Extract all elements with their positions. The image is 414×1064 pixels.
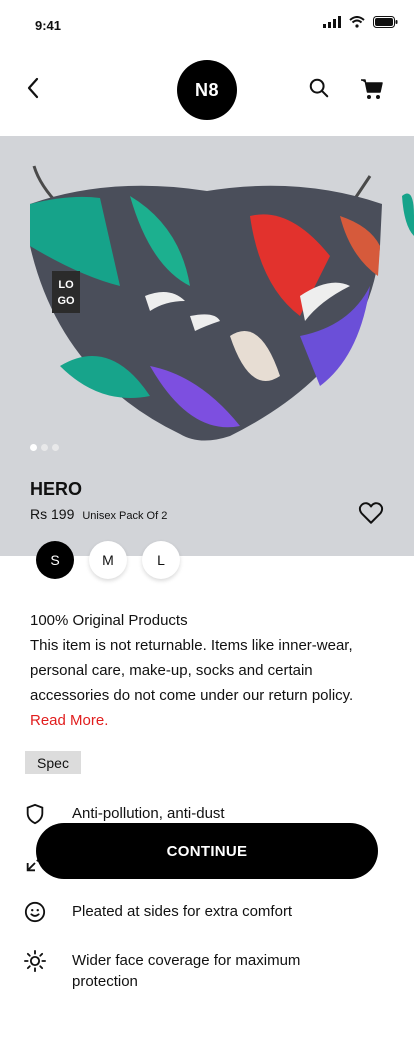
top-navigation: N8 [0, 50, 414, 136]
status-time: 9:41 [35, 18, 62, 33]
policy-text: This item is not returnable. Items like … [30, 637, 354, 704]
shield-icon [26, 803, 44, 825]
price-row: Rs 199 Unisex Pack Of 2 [30, 506, 167, 522]
back-arrow-icon[interactable] [22, 76, 46, 100]
return-policy-text: This item is not returnable. Items like … [30, 633, 360, 733]
wifi-icon [349, 16, 365, 28]
sun-icon [24, 950, 46, 972]
continue-button[interactable]: CONTINUE [36, 823, 378, 879]
product-hero: LO GO HERO Rs 199 Unisex Pack Of 2 S M L [0, 136, 414, 579]
svg-text:GO: GO [57, 295, 75, 307]
signal-icon [323, 16, 341, 28]
feature-item: Pleated at sides for extra comfort [24, 901, 364, 950]
size-option-m[interactable]: M [89, 541, 127, 579]
wishlist-heart-icon[interactable] [358, 500, 384, 526]
status-icons [323, 16, 398, 28]
size-option-s[interactable]: S [36, 541, 74, 579]
search-icon[interactable] [308, 77, 330, 99]
cart-icon[interactable] [360, 77, 384, 101]
svg-text:LO: LO [58, 279, 74, 291]
product-info: 100% Original Products This item is not … [30, 608, 360, 733]
status-bar: 9:41 [0, 0, 414, 50]
feature-text: Anti-pollution, anti-dust [72, 805, 225, 822]
feature-text: Pleated at sides for extra comfort [72, 903, 293, 920]
brand-logo[interactable]: N8 [177, 60, 237, 120]
read-more-link[interactable]: Read More. [30, 712, 108, 729]
carousel-indicator[interactable] [30, 444, 59, 451]
feature-item: Wider face coverage for maximum protecti… [24, 950, 364, 999]
spec-tag: Spec [25, 751, 81, 774]
smile-icon [24, 901, 46, 923]
product-title: HERO [30, 479, 83, 499]
carousel-dot[interactable] [52, 444, 59, 451]
pack-info: Unisex Pack Of 2 [82, 510, 168, 522]
feature-text: Wider face coverage for maximum protecti… [72, 952, 301, 990]
product-image[interactable]: LO GO [0, 136, 414, 446]
size-option-l[interactable]: L [142, 541, 180, 579]
size-selector: S M L [36, 541, 180, 579]
carousel-dot[interactable] [41, 444, 48, 451]
carousel-dot[interactable] [30, 444, 37, 451]
original-products-text: 100% Original Products [30, 612, 188, 629]
battery-icon [373, 16, 398, 28]
product-price: Rs 199 [30, 506, 75, 522]
